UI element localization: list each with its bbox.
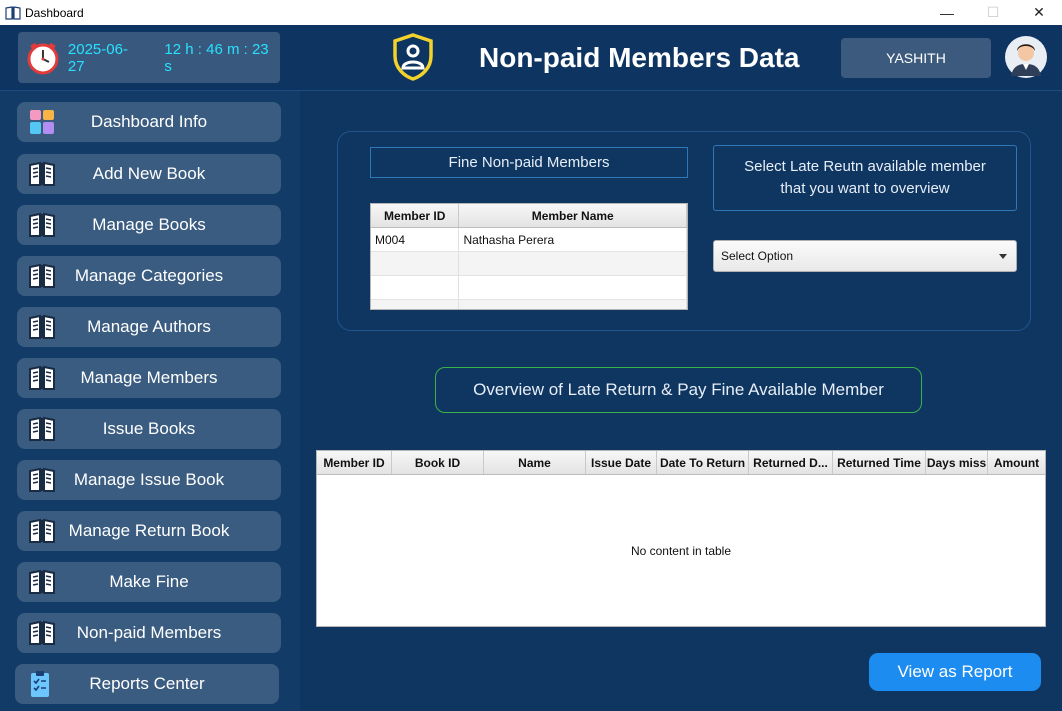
table-header: Member ID Book ID Name Issue Date Date T… <box>317 451 1045 475</box>
column-header-date-to-return[interactable]: Date To Return <box>657 451 749 474</box>
dashboard-grid-icon <box>30 110 54 134</box>
header-bar: 2025-06-27 12 h : 46 m : 23 s Non-paid M… <box>0 25 1062 91</box>
page-title: Non-paid Members Data <box>479 42 800 73</box>
book-icon <box>29 212 55 237</box>
column-header-days-miss[interactable]: Days miss <box>926 451 988 474</box>
sidebar-item-issue-books[interactable]: Issue Books <box>17 409 281 449</box>
table-row[interactable]: M004 Nathasha Perera <box>371 228 687 252</box>
app-book-icon <box>5 5 21 20</box>
empty-table-message: No content in table <box>630 543 732 558</box>
column-header-returned-time[interactable]: Returned Time <box>833 451 926 474</box>
avatar[interactable] <box>1005 36 1047 78</box>
column-header-book-id[interactable]: Book ID <box>392 451 484 474</box>
column-header-amount[interactable]: Amount <box>988 451 1045 474</box>
cell-empty <box>371 300 460 309</box>
clock-icon <box>27 42 59 74</box>
book-icon <box>29 365 55 390</box>
column-header-member-name[interactable]: Member Name <box>459 204 687 227</box>
sidebar-item-add-new-book[interactable]: Add New Book <box>17 154 281 194</box>
cell-empty <box>371 252 460 275</box>
non-paid-members-table[interactable]: Member ID Member Name M004 Nathasha Pere… <box>370 203 688 310</box>
sidebar-item-manage-categories[interactable]: Manage Categories <box>17 256 281 296</box>
select-member-instruction: Select Late Reutn available member that … <box>713 145 1017 211</box>
cell-empty <box>459 276 687 299</box>
sidebar-item-dashboard-info[interactable]: Dashboard Info <box>17 102 281 142</box>
select-member-instruction-line2: that you want to overview <box>780 180 950 197</box>
fine-non-paid-members-label: Fine Non-paid Members <box>370 147 688 178</box>
table-header: Member ID Member Name <box>371 204 687 228</box>
cell-member-id: M004 <box>371 228 460 251</box>
column-header-member-id[interactable]: Member ID <box>371 204 460 227</box>
table-row-empty <box>371 252 687 276</box>
book-icon <box>29 416 55 441</box>
sidebar-item-manage-return-book[interactable]: Manage Return Book <box>17 511 281 551</box>
sidebar-item-make-fine[interactable]: Make Fine <box>17 562 281 602</box>
close-button[interactable]: ✕ <box>1016 0 1062 25</box>
member-select-dropdown[interactable]: Select Option <box>713 240 1017 272</box>
sidebar-item-non-paid-members[interactable]: Non-paid Members <box>17 613 281 653</box>
overview-label: Overview of Late Return & Pay Fine Avail… <box>435 367 922 413</box>
datetime-box: 2025-06-27 12 h : 46 m : 23 s <box>18 32 280 83</box>
column-header-name[interactable]: Name <box>484 451 586 474</box>
cell-empty <box>371 276 460 299</box>
select-member-instruction-line1: Select Late Reutn available member <box>744 158 986 175</box>
late-return-details-table[interactable]: Member ID Book ID Name Issue Date Date T… <box>316 450 1046 627</box>
book-icon <box>29 263 55 288</box>
current-date: 2025-06-27 <box>67 40 128 75</box>
book-icon <box>29 161 55 186</box>
book-icon <box>29 314 55 339</box>
column-header-member-id[interactable]: Member ID <box>317 451 392 474</box>
book-icon <box>29 569 55 594</box>
column-header-issue-date[interactable]: Issue Date <box>586 451 657 474</box>
minimize-button[interactable]: — <box>924 0 970 25</box>
sidebar-item-manage-authors[interactable]: Manage Authors <box>17 307 281 347</box>
current-time: 12 h : 46 m : 23 s <box>164 40 269 75</box>
view-as-report-button[interactable]: View as Report <box>869 653 1041 691</box>
book-icon <box>29 620 55 645</box>
window-title: Dashboard <box>25 5 84 20</box>
book-icon <box>29 518 55 543</box>
book-icon <box>29 467 55 492</box>
window-titlebar: Dashboard — ☐ ✕ <box>0 0 1062 25</box>
chevron-down-icon <box>999 254 1007 259</box>
cell-empty <box>459 300 687 309</box>
sidebar-item-manage-issue-book[interactable]: Manage Issue Book <box>17 460 281 500</box>
user-name-button[interactable]: YASHITH <box>841 38 991 78</box>
maximize-button[interactable]: ☐ <box>970 0 1016 25</box>
table-row-empty <box>371 300 687 309</box>
sidebar-item-manage-members[interactable]: Manage Members <box>17 358 281 398</box>
sidebar-item-manage-books[interactable]: Manage Books <box>17 205 281 245</box>
column-header-returned-date[interactable]: Returned D... <box>749 451 833 474</box>
table-row-empty <box>371 276 687 300</box>
cell-member-name: Nathasha Perera <box>459 228 687 251</box>
sidebar-item-reports-center[interactable]: Reports Center <box>15 664 279 704</box>
dropdown-selected-value: Select Option <box>721 249 794 263</box>
cell-empty <box>459 252 687 275</box>
clipboard-icon <box>31 671 49 697</box>
shield-user-icon <box>393 33 433 81</box>
